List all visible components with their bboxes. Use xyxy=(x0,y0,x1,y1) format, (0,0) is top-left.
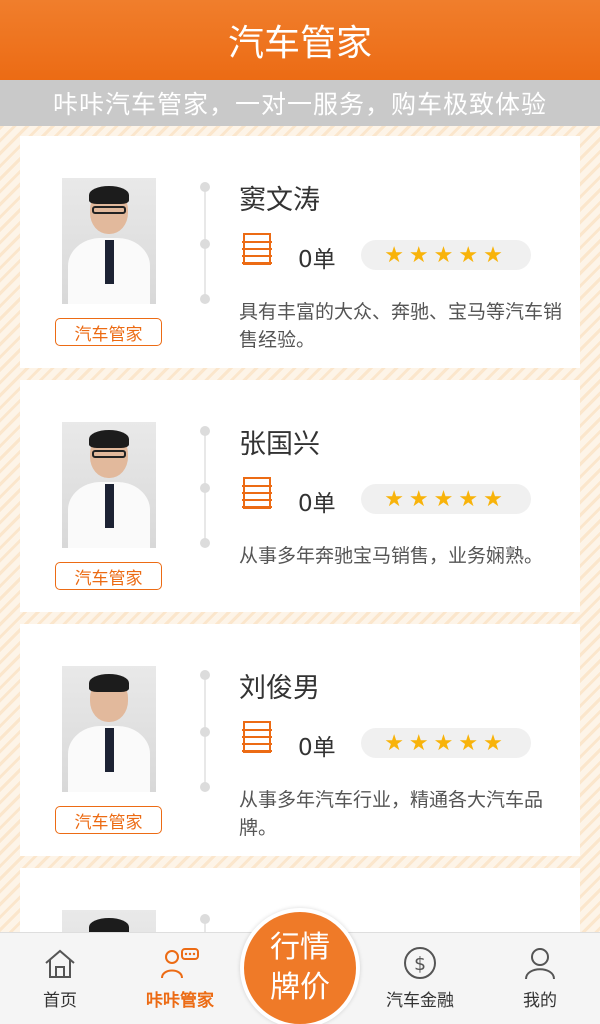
svg-text:$: $ xyxy=(414,953,426,975)
advisor-description: 从事多年汽车行业，精通各大汽车品牌。 xyxy=(239,789,544,839)
timeline-dot xyxy=(200,914,210,924)
tab-label: 我的 xyxy=(523,991,557,1011)
advisor-orders: 0单 xyxy=(298,247,336,273)
user-icon xyxy=(525,948,555,980)
advisor-badge: 汽车管家 xyxy=(55,562,162,590)
market-price-line1: 行情 xyxy=(270,930,330,965)
tab-advisor[interactable]: 咔咔管家 xyxy=(120,933,240,1024)
dollar-icon: $ xyxy=(404,947,436,979)
advisor-photo xyxy=(62,910,156,932)
advisor-badge: 汽车管家 xyxy=(55,318,162,346)
timeline-dot xyxy=(200,483,210,493)
advisor-name: 窦文涛 xyxy=(239,185,320,216)
advisor-card[interactable]: 汽车管家 窦文涛 0单 ★★★★★ 具有丰富的大众、奔驰、宝马等汽车销售经验。 xyxy=(20,136,580,368)
advisor-name: 张国兴 xyxy=(239,429,320,460)
tab-label: 汽车金融 xyxy=(386,991,454,1011)
tab-label: 首页 xyxy=(43,991,77,1011)
timeline-dot xyxy=(200,239,210,249)
advisor-badge: 汽车管家 xyxy=(55,806,162,834)
advisor-name: 刘俊男 xyxy=(239,673,320,704)
advisor-card[interactable]: 汽车管家 刘俊男 0单 ★★★★★ 从事多年汽车行业，精通各大汽车品牌。 xyxy=(20,624,580,856)
page-title-text: 汽车管家 xyxy=(227,23,372,64)
timeline-dot xyxy=(200,538,210,548)
advisor-orders: 0单 xyxy=(298,735,336,761)
advisor-description: 从事多年奔驰宝马销售，业务娴熟。 xyxy=(239,545,544,567)
orders-icon xyxy=(242,233,272,265)
market-price-button[interactable]: 行情 牌价 xyxy=(240,908,360,1024)
tab-mine[interactable]: 我的 xyxy=(480,933,600,1024)
advisor-icon xyxy=(161,948,199,979)
timeline-dot xyxy=(200,782,210,792)
tab-label: 咔咔管家 xyxy=(146,991,214,1011)
page-title: 汽车管家 xyxy=(0,0,600,80)
promo-banner-text: 咔咔汽车管家，一对一服务，购车极致体验 xyxy=(52,90,547,119)
tab-car-finance[interactable]: $ 汽车金融 xyxy=(360,933,480,1024)
rating-stars: ★★★★★ xyxy=(361,240,531,270)
home-icon xyxy=(45,949,75,978)
tab-home[interactable]: 首页 xyxy=(0,933,120,1024)
timeline-dot xyxy=(200,182,210,192)
orders-icon xyxy=(242,477,272,509)
timeline-dot xyxy=(200,294,210,304)
advisor-orders: 0单 xyxy=(298,491,336,517)
advisor-photo xyxy=(62,422,156,548)
timeline-dot xyxy=(200,670,210,680)
advisor-photo xyxy=(62,178,156,304)
market-price-line2: 牌价 xyxy=(270,970,330,1005)
rating-stars: ★★★★★ xyxy=(361,728,531,758)
timeline-dot xyxy=(200,426,210,436)
advisor-description: 具有丰富的大众、奔驰、宝马等汽车销售经验。 xyxy=(239,301,563,351)
advisor-photo xyxy=(62,666,156,792)
advisor-card[interactable]: 汽车管家 张国兴 0单 ★★★★★ 从事多年奔驰宝马销售，业务娴熟。 xyxy=(20,380,580,612)
rating-stars: ★★★★★ xyxy=(361,484,531,514)
timeline-dot xyxy=(200,727,210,737)
promo-banner: 咔咔汽车管家，一对一服务，购车极致体验 xyxy=(0,80,600,126)
orders-icon xyxy=(242,721,272,753)
